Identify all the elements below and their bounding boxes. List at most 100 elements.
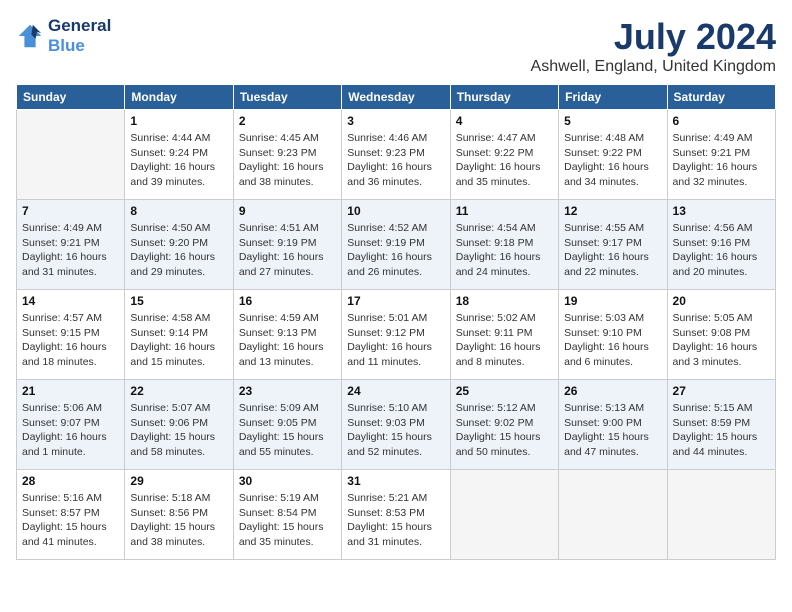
day-info: Sunrise: 4:49 AM Sunset: 9:21 PM Dayligh…: [673, 131, 770, 190]
day-number: 5: [564, 114, 661, 128]
calendar-cell: 25Sunrise: 5:12 AM Sunset: 9:02 PM Dayli…: [450, 380, 558, 470]
calendar-cell: 1 Sunrise: 4:44 AM Sunset: 9:24 PM Daylig…: [125, 110, 233, 200]
day-header-friday: Friday: [559, 85, 667, 110]
day-info: Sunrise: 5:01 AM Sunset: 9:12 PM Dayligh…: [347, 311, 444, 370]
day-header-saturday: Saturday: [667, 85, 775, 110]
calendar-cell: 27 Sunrise: 5:15 AM Sunset: 8:59 PM Dayli…: [667, 380, 775, 470]
week-row-2: 7Sunrise: 4:49 AM Sunset: 9:21 PM Daylig…: [17, 200, 776, 290]
calendar-cell: 31Sunrise: 5:21 AM Sunset: 8:53 PM Dayli…: [342, 470, 450, 560]
calendar-cell: [667, 470, 775, 560]
week-row-5: 28 Sunrise: 5:16 AM Sunset: 8:57 PM Dayli…: [17, 470, 776, 560]
day-info: Sunrise: 5:05 AM Sunset: 9:08 PM Dayligh…: [673, 311, 770, 370]
calendar-cell: 8 Sunrise: 4:50 AM Sunset: 9:20 PM Daylig…: [125, 200, 233, 290]
calendar-cell: 10Sunrise: 4:52 AM Sunset: 9:19 PM Dayli…: [342, 200, 450, 290]
title-section: July 2024 Ashwell, England, United Kingd…: [531, 16, 776, 76]
day-number: 1: [130, 114, 227, 128]
calendar-cell: 21Sunrise: 5:06 AM Sunset: 9:07 PM Dayli…: [17, 380, 125, 470]
day-number: 26: [564, 384, 661, 398]
day-number: 3: [347, 114, 444, 128]
day-number: 19: [564, 294, 661, 308]
days-header-row: SundayMondayTuesdayWednesdayThursdayFrid…: [17, 85, 776, 110]
day-info: Sunrise: 4:50 AM Sunset: 9:20 PM Dayligh…: [130, 221, 227, 280]
logo-icon: [16, 22, 44, 50]
day-number: 21: [22, 384, 119, 398]
calendar-cell: 24 Sunrise: 5:10 AM Sunset: 9:03 PM Dayli…: [342, 380, 450, 470]
day-number: 25: [456, 384, 553, 398]
day-info: Sunrise: 5:10 AM Sunset: 9:03 PM Dayligh…: [347, 401, 444, 460]
calendar-cell: [450, 470, 558, 560]
day-info: Sunrise: 4:49 AM Sunset: 9:21 PM Dayligh…: [22, 221, 119, 280]
calendar-cell: 4 Sunrise: 4:47 AM Sunset: 9:22 PM Daylig…: [450, 110, 558, 200]
day-number: 30: [239, 474, 336, 488]
day-info: Sunrise: 4:44 AM Sunset: 9:24 PM Dayligh…: [130, 131, 227, 190]
calendar-cell: 17 Sunrise: 5:01 AM Sunset: 9:12 PM Dayli…: [342, 290, 450, 380]
day-info: Sunrise: 4:48 AM Sunset: 9:22 PM Dayligh…: [564, 131, 661, 190]
day-info: Sunrise: 5:16 AM Sunset: 8:57 PM Dayligh…: [22, 491, 119, 550]
calendar-cell: 9 Sunrise: 4:51 AM Sunset: 9:19 PM Daylig…: [233, 200, 341, 290]
calendar-cell: 16 Sunrise: 4:59 AM Sunset: 9:13 PM Dayli…: [233, 290, 341, 380]
day-number: 28: [22, 474, 119, 488]
day-info: Sunrise: 4:52 AM Sunset: 9:19 PM Dayligh…: [347, 221, 444, 280]
day-number: 6: [673, 114, 770, 128]
day-info: Sunrise: 4:59 AM Sunset: 9:13 PM Dayligh…: [239, 311, 336, 370]
day-info: Sunrise: 5:09 AM Sunset: 9:05 PM Dayligh…: [239, 401, 336, 460]
calendar-cell: 22 Sunrise: 5:07 AM Sunset: 9:06 PM Dayli…: [125, 380, 233, 470]
calendar-cell: 6 Sunrise: 4:49 AM Sunset: 9:21 PM Daylig…: [667, 110, 775, 200]
week-row-3: 14Sunrise: 4:57 AM Sunset: 9:15 PM Dayli…: [17, 290, 776, 380]
day-info: Sunrise: 5:19 AM Sunset: 8:54 PM Dayligh…: [239, 491, 336, 550]
main-title: July 2024: [531, 16, 776, 58]
day-number: 16: [239, 294, 336, 308]
week-row-1: 1 Sunrise: 4:44 AM Sunset: 9:24 PM Daylig…: [17, 110, 776, 200]
day-info: Sunrise: 4:56 AM Sunset: 9:16 PM Dayligh…: [673, 221, 770, 280]
calendar-cell: 7Sunrise: 4:49 AM Sunset: 9:21 PM Daylig…: [17, 200, 125, 290]
day-number: 9: [239, 204, 336, 218]
header: General Blue July 2024 Ashwell, England,…: [16, 16, 776, 76]
calendar-cell: 26 Sunrise: 5:13 AM Sunset: 9:00 PM Dayli…: [559, 380, 667, 470]
day-info: Sunrise: 4:47 AM Sunset: 9:22 PM Dayligh…: [456, 131, 553, 190]
calendar-cell: 20 Sunrise: 5:05 AM Sunset: 9:08 PM Dayli…: [667, 290, 775, 380]
day-number: 4: [456, 114, 553, 128]
day-info: Sunrise: 5:07 AM Sunset: 9:06 PM Dayligh…: [130, 401, 227, 460]
calendar-cell: 28 Sunrise: 5:16 AM Sunset: 8:57 PM Dayli…: [17, 470, 125, 560]
subtitle: Ashwell, England, United Kingdom: [531, 58, 776, 76]
calendar-cell: 5 Sunrise: 4:48 AM Sunset: 9:22 PM Daylig…: [559, 110, 667, 200]
calendar-cell: 19 Sunrise: 5:03 AM Sunset: 9:10 PM Dayli…: [559, 290, 667, 380]
day-header-sunday: Sunday: [17, 85, 125, 110]
day-info: Sunrise: 5:18 AM Sunset: 8:56 PM Dayligh…: [130, 491, 227, 550]
day-number: 31: [347, 474, 444, 488]
calendar-cell: 3Sunrise: 4:46 AM Sunset: 9:23 PM Daylig…: [342, 110, 450, 200]
week-row-4: 21Sunrise: 5:06 AM Sunset: 9:07 PM Dayli…: [17, 380, 776, 470]
day-info: Sunrise: 5:03 AM Sunset: 9:10 PM Dayligh…: [564, 311, 661, 370]
calendar-cell: 11Sunrise: 4:54 AM Sunset: 9:18 PM Dayli…: [450, 200, 558, 290]
logo: General Blue: [16, 16, 111, 57]
calendar-cell: 2 Sunrise: 4:45 AM Sunset: 9:23 PM Daylig…: [233, 110, 341, 200]
day-number: 29: [130, 474, 227, 488]
calendar-cell: [559, 470, 667, 560]
day-header-monday: Monday: [125, 85, 233, 110]
calendar-cell: 13Sunrise: 4:56 AM Sunset: 9:16 PM Dayli…: [667, 200, 775, 290]
day-number: 14: [22, 294, 119, 308]
day-info: Sunrise: 4:45 AM Sunset: 9:23 PM Dayligh…: [239, 131, 336, 190]
day-header-tuesday: Tuesday: [233, 85, 341, 110]
calendar-cell: 12Sunrise: 4:55 AM Sunset: 9:17 PM Dayli…: [559, 200, 667, 290]
day-number: 18: [456, 294, 553, 308]
day-info: Sunrise: 5:15 AM Sunset: 8:59 PM Dayligh…: [673, 401, 770, 460]
day-number: 8: [130, 204, 227, 218]
logo-text: General Blue: [48, 16, 111, 57]
day-number: 2: [239, 114, 336, 128]
day-number: 11: [456, 204, 553, 218]
calendar-cell: 23Sunrise: 5:09 AM Sunset: 9:05 PM Dayli…: [233, 380, 341, 470]
day-header-wednesday: Wednesday: [342, 85, 450, 110]
day-info: Sunrise: 5:02 AM Sunset: 9:11 PM Dayligh…: [456, 311, 553, 370]
day-info: Sunrise: 5:13 AM Sunset: 9:00 PM Dayligh…: [564, 401, 661, 460]
day-info: Sunrise: 4:58 AM Sunset: 9:14 PM Dayligh…: [130, 311, 227, 370]
calendar-cell: 30 Sunrise: 5:19 AM Sunset: 8:54 PM Dayli…: [233, 470, 341, 560]
day-info: Sunrise: 4:51 AM Sunset: 9:19 PM Dayligh…: [239, 221, 336, 280]
day-number: 20: [673, 294, 770, 308]
day-number: 24: [347, 384, 444, 398]
day-header-thursday: Thursday: [450, 85, 558, 110]
day-number: 17: [347, 294, 444, 308]
day-number: 15: [130, 294, 227, 308]
day-number: 27: [673, 384, 770, 398]
day-number: 22: [130, 384, 227, 398]
